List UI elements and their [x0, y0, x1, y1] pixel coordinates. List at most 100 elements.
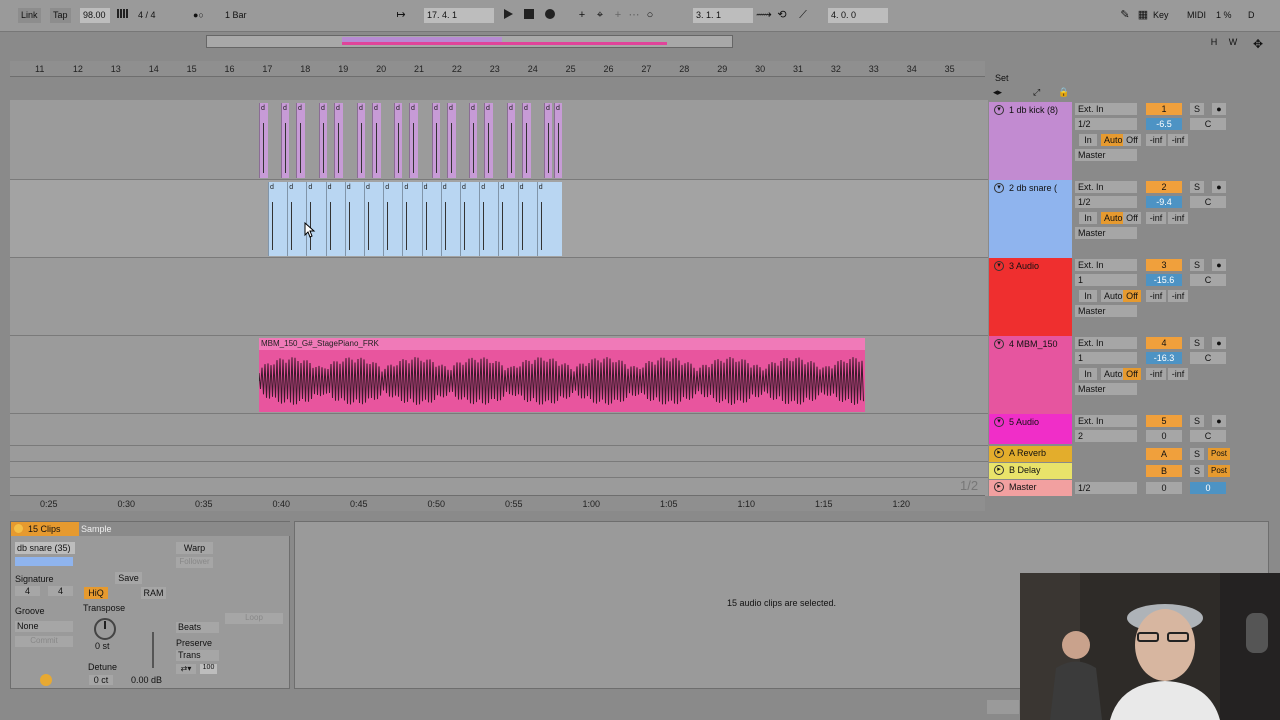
pan-field[interactable]: C [1190, 196, 1226, 208]
monitor-in-button[interactable]: In [1079, 212, 1097, 224]
punch-in-icon[interactable]: ⟿ [756, 8, 772, 22]
send-field[interactable]: -inf [1146, 368, 1166, 380]
input-type-select[interactable]: Ext. In [1075, 337, 1137, 349]
pan-field[interactable]: C [1190, 274, 1226, 286]
input-channel-select[interactable]: 1/2 [1075, 118, 1137, 130]
snare-clip[interactable]: d [383, 182, 403, 256]
monitor-auto-button[interactable]: Auto [1101, 134, 1125, 146]
return-title-bar[interactable]: ▸ B Delay [989, 463, 1072, 479]
track-title-bar[interactable]: ▾ 4 MBM_150 [989, 336, 1072, 414]
pan-field[interactable]: C [1190, 352, 1226, 364]
monitor-auto-button[interactable]: Auto [1101, 368, 1125, 380]
volume-field[interactable]: -9.4 [1146, 196, 1182, 208]
snare-clip[interactable]: d [268, 182, 287, 256]
sig-denominator[interactable]: 4 [48, 586, 73, 596]
arm-button[interactable]: ● [1212, 103, 1226, 115]
kick-clip[interactable]: d [522, 103, 531, 178]
fold-icon[interactable]: ▾ [994, 417, 1004, 427]
loop-length-field[interactable]: 4. 0. 0 [828, 8, 888, 23]
kick-clip[interactable]: d [447, 103, 456, 178]
send-field[interactable]: -inf [1168, 134, 1188, 146]
input-channel-select[interactable]: 2 [1075, 430, 1137, 442]
tap-button[interactable]: Tap [50, 8, 71, 23]
kick-clip[interactable]: d [469, 103, 477, 178]
clip-color-swatch[interactable] [15, 557, 73, 566]
track-activator[interactable]: 4 [1146, 337, 1182, 349]
input-channel-select[interactable]: 1/2 [1075, 196, 1137, 208]
output-select[interactable]: Master [1075, 305, 1137, 317]
kick-clip[interactable]: d [296, 103, 305, 178]
output-select[interactable]: Master [1075, 149, 1137, 161]
solo-button[interactable]: S [1190, 259, 1204, 271]
save-button[interactable]: Save [115, 572, 142, 584]
track-activator[interactable]: 2 [1146, 181, 1182, 193]
capture-icon[interactable]: ⋯ [627, 8, 641, 22]
lane-piano[interactable]: MBM_150_G#_StagePiano_FRK [10, 336, 988, 414]
monitor-off-button[interactable]: Off [1123, 290, 1141, 302]
kick-clip[interactable]: d [372, 103, 381, 178]
track-activator[interactable]: 3 [1146, 259, 1182, 271]
snare-clip[interactable]: d [517, 182, 537, 256]
warp-mode-select[interactable]: Beats [176, 622, 219, 633]
loop-switch-icon[interactable]: ⟲ [775, 8, 789, 22]
snare-clip[interactable]: d [306, 182, 326, 256]
monitor-off-button[interactable]: Off [1123, 368, 1141, 380]
send-field[interactable]: -inf [1168, 368, 1188, 380]
fold-icon[interactable]: ▾ [994, 105, 1004, 115]
arm-button[interactable]: ● [1212, 415, 1226, 427]
piano-clip[interactable]: MBM_150_G#_StagePiano_FRK [259, 338, 865, 412]
track-title-bar[interactable]: ▾ 2 db snare ( [989, 180, 1072, 258]
re-enable-automation-icon[interactable]: + [611, 8, 625, 22]
lock-icon[interactable]: 🔒 [1058, 87, 1069, 98]
output-select[interactable]: Master [1075, 227, 1137, 239]
lane-reverb[interactable] [10, 446, 988, 462]
sample-tab[interactable]: Sample [81, 524, 112, 534]
snare-clips[interactable]: ddddddddddddddd [268, 182, 562, 256]
monitor-in-button[interactable]: In [1079, 368, 1097, 380]
return-activator[interactable]: 0 [1146, 482, 1182, 494]
pan-field[interactable]: C [1190, 430, 1226, 442]
track-title-bar[interactable]: ▾ 1 db kick (8) [989, 102, 1072, 180]
preserve-select[interactable]: Trans [176, 650, 219, 661]
locator-prev-icon[interactable]: ◂▸ [993, 87, 1002, 98]
quantize-menu[interactable]: 1 Bar [225, 8, 267, 23]
fold-icon[interactable]: ▸ [994, 448, 1004, 458]
tempo-field[interactable]: 98.00 [80, 8, 110, 23]
kick-clip[interactable]: d [319, 103, 327, 178]
clip-activator-icon[interactable] [14, 524, 23, 533]
key-map-button[interactable]: Key [1153, 8, 1169, 23]
warp-button[interactable]: Warp [176, 542, 213, 554]
groove-select[interactable]: None [15, 621, 73, 632]
kick-clip[interactable]: d [507, 103, 515, 178]
track-title-bar[interactable]: ▾ 5 Audio [989, 414, 1072, 444]
snare-clip[interactable]: d [421, 182, 441, 256]
sig-numerator[interactable]: 4 [15, 586, 40, 596]
arm-button[interactable]: ● [1212, 181, 1226, 193]
meter-icon[interactable] [117, 8, 131, 23]
midi-map-button[interactable]: MIDI [1187, 8, 1206, 23]
input-channel-select[interactable]: 1 [1075, 274, 1137, 286]
gain-slider[interactable] [152, 632, 154, 668]
monitor-off-button[interactable]: Off [1123, 212, 1141, 224]
lane-snare[interactable]: ddddddddddddddd [10, 180, 988, 258]
volume-field[interactable]: -16.3 [1146, 352, 1182, 364]
arrangement-view[interactable]: ddddddddddddddddd ddddddddddddddd MBM_15… [10, 100, 988, 496]
track-activator[interactable]: 1 [1146, 103, 1182, 115]
song-position-field[interactable]: 17. 4. 1 [424, 8, 494, 23]
solo-button[interactable]: S [1190, 448, 1204, 460]
arrangement-overview[interactable] [206, 35, 733, 48]
kick-clips[interactable]: ddddddddddddddddd [259, 103, 562, 178]
snare-clip[interactable]: d [460, 182, 479, 256]
lane-master[interactable] [10, 478, 988, 496]
return-activator[interactable]: A [1146, 448, 1182, 460]
follow-icon[interactable]: ↦ [394, 8, 408, 22]
monitor-in-button[interactable]: In [1079, 134, 1097, 146]
clip-box-header[interactable]: 15 Clips [11, 522, 79, 536]
beat-ruler[interactable]: 11 12 13 14 15 16 17 18 19 20 21 22 23 24 25 26 27 28 29 30… [10, 61, 985, 77]
snare-clip[interactable]: d [325, 182, 345, 256]
snare-clip[interactable]: d [287, 182, 307, 256]
return-activator[interactable]: B [1146, 465, 1182, 477]
pan-field[interactable]: C [1190, 118, 1226, 130]
lane-audio-3[interactable] [10, 258, 988, 336]
kick-clip[interactable]: d [259, 103, 268, 178]
